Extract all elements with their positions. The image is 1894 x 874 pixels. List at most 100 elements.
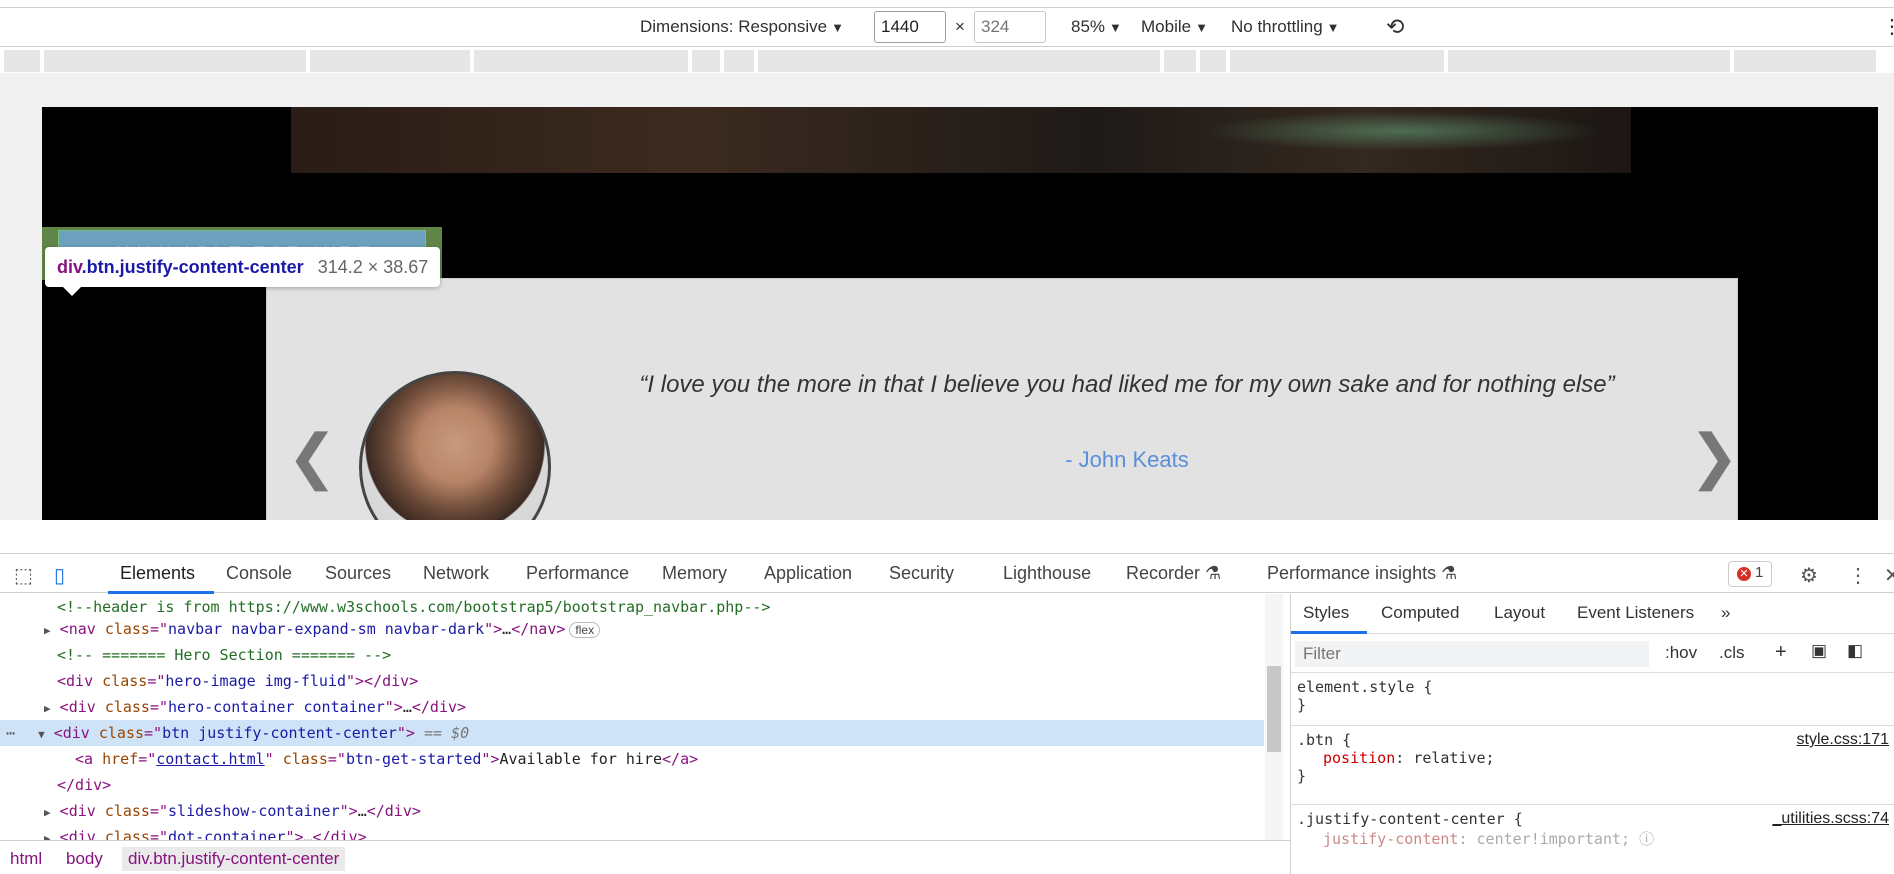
flask-icon: ⚗: [1441, 563, 1458, 583]
toggle-sidebar-icon[interactable]: ◧: [1847, 641, 1863, 661]
rotate-icon[interactable]: ⟲: [1386, 14, 1404, 40]
ruler-segment[interactable]: [4, 50, 40, 72]
more-options-icon[interactable]: ⋮: [1848, 563, 1868, 588]
dom-node[interactable]: ▶ <nav class="navbar navbar-expand-sm na…: [0, 616, 1264, 642]
dom-node[interactable]: <!-- ======= Hero Section ======= -->: [0, 642, 1264, 668]
ruler-segment[interactable]: [1734, 50, 1876, 72]
ruler-segment[interactable]: [44, 50, 306, 72]
rule-close: }: [1297, 696, 1307, 714]
css-property[interactable]: justify-content: [1323, 830, 1458, 848]
dom-breadcrumbs: html body div.btn.justify-content-center: [0, 840, 1290, 874]
css-value[interactable]: relative;: [1413, 749, 1494, 767]
next-slide-icon[interactable]: ❯: [1689, 427, 1739, 487]
error-count: 1: [1755, 564, 1764, 581]
ruler-segment[interactable]: [692, 50, 720, 72]
style-rule[interactable]: element.style { }: [1291, 674, 1894, 726]
flex-badge[interactable]: flex: [569, 622, 601, 638]
throttling-dropdown[interactable]: No throttling ▼: [1231, 17, 1340, 37]
tab-styles[interactable]: Styles: [1303, 603, 1349, 623]
expand-triangle-icon[interactable]: ▶: [44, 624, 51, 637]
rule-close: }: [1297, 767, 1307, 785]
inspect-tooltip: div.btn.justify-content-center 314.2 × 38…: [45, 247, 441, 287]
scrollbar-thumb[interactable]: [1267, 666, 1281, 752]
chevron-down-icon: ▼: [1326, 20, 1340, 35]
styles-filter-input[interactable]: [1295, 641, 1649, 667]
tooltip-size: 314.2 × 38.67: [317, 257, 429, 277]
info-icon[interactable]: ⓘ: [1639, 830, 1654, 848]
expand-triangle-icon[interactable]: ▶: [44, 806, 51, 819]
ruler-segment[interactable]: [758, 50, 1160, 72]
rule-source-link[interactable]: _utilities.scss:74: [1773, 810, 1890, 828]
css-property[interactable]: position: [1323, 749, 1395, 767]
inspect-element-icon[interactable]: ⬚: [14, 563, 33, 588]
collapse-triangle-icon[interactable]: ▼: [38, 728, 45, 741]
ruler-segment[interactable]: [1200, 50, 1226, 72]
more-options-icon[interactable]: ⋯: [6, 724, 15, 742]
device-mode-label: Mobile: [1141, 17, 1192, 36]
ruler-segment[interactable]: [310, 50, 470, 72]
hov-toggle[interactable]: :hov: [1665, 643, 1697, 663]
add-rule-icon[interactable]: +: [1775, 641, 1787, 664]
breadcrumb-html[interactable]: html: [10, 849, 42, 869]
ruler-segment[interactable]: [1230, 50, 1444, 72]
paint-brush-icon[interactable]: ▣: [1811, 641, 1827, 661]
tab-recorder[interactable]: Recorder ⚗: [1126, 563, 1221, 584]
close-icon[interactable]: ✕: [1884, 563, 1894, 588]
tab-event-listeners[interactable]: Event Listeners: [1577, 603, 1694, 623]
tab-lighthouse[interactable]: Lighthouse: [1003, 563, 1091, 584]
height-input[interactable]: [974, 11, 1046, 43]
zoom-dropdown[interactable]: 85% ▼: [1071, 17, 1122, 37]
chevron-down-icon: ▼: [1195, 20, 1208, 35]
more-tabs-icon[interactable]: »: [1721, 603, 1730, 623]
chevron-down-icon: ▼: [1109, 20, 1122, 35]
tab-layout[interactable]: Layout: [1494, 603, 1545, 623]
tab-elements[interactable]: Elements: [120, 563, 195, 584]
rule-source-link[interactable]: style.css:171: [1797, 731, 1889, 749]
tab-performance[interactable]: Performance: [526, 563, 629, 584]
ruler-segment[interactable]: [474, 50, 688, 72]
dom-node[interactable]: </div>: [0, 772, 1264, 798]
tab-sources[interactable]: Sources: [325, 563, 391, 584]
breadcrumb-selected[interactable]: div.btn.justify-content-center: [122, 847, 346, 871]
tooltip-arrow: [62, 286, 82, 296]
width-input[interactable]: [874, 11, 946, 43]
ruler-segment[interactable]: [1448, 50, 1730, 72]
style-rule[interactable]: .btn { style.css:171 position: relative;…: [1291, 727, 1894, 805]
tab-computed[interactable]: Computed: [1381, 603, 1459, 623]
expand-triangle-icon[interactable]: ▶: [44, 702, 51, 715]
settings-gear-icon[interactable]: ⚙: [1800, 563, 1818, 588]
href-link[interactable]: contact.html: [156, 750, 264, 768]
dom-node[interactable]: ▶ <div class="dot-container">…</div>: [0, 824, 1264, 840]
tab-network[interactable]: Network: [423, 563, 489, 584]
cls-toggle[interactable]: .cls: [1719, 643, 1745, 663]
expand-triangle-icon[interactable]: ▶: [44, 832, 51, 840]
tab-console[interactable]: Console: [226, 563, 292, 584]
styles-tab-bar: Styles Computed Layout Event Listeners »: [1291, 594, 1894, 634]
dom-node-selected[interactable]: ⋯ ▼ <div class="btn justify-content-cent…: [0, 720, 1264, 746]
breadcrumb-body[interactable]: body: [66, 849, 103, 869]
error-count-badge[interactable]: ✕ 1: [1728, 561, 1773, 587]
css-value[interactable]: center!important;: [1477, 830, 1631, 848]
elements-scrollbar[interactable]: [1265, 594, 1283, 840]
more-options-icon[interactable]: ⋮: [1882, 14, 1894, 39]
throttling-label: No throttling: [1231, 17, 1323, 36]
tab-performance-insights[interactable]: Performance insights ⚗: [1267, 563, 1457, 584]
ruler-segment[interactable]: [1164, 50, 1196, 72]
style-rule[interactable]: .justify-content-center { _utilities.scs…: [1291, 806, 1894, 874]
dom-node[interactable]: <div class="hero-image img-fluid"></div>: [0, 668, 1264, 694]
dom-node[interactable]: ▶ <div class="hero-container container">…: [0, 694, 1264, 720]
dom-node[interactable]: <a href="contact.html" class="btn-get-st…: [0, 746, 1264, 772]
html-comment: <!-- ======= Hero Section ======= -->: [57, 646, 392, 664]
elements-tree: <!--header is from https://www.w3schools…: [0, 594, 1264, 840]
tab-memory[interactable]: Memory: [662, 563, 727, 584]
dimensions-dropdown[interactable]: Dimensions: Responsive ▼: [640, 17, 844, 37]
previous-slide-icon[interactable]: ❮: [287, 427, 337, 487]
tab-security[interactable]: Security: [889, 563, 954, 584]
testimonial-quote: “I love you the more in that I believe y…: [639, 371, 1615, 398]
media-query-ruler[interactable]: [0, 50, 1894, 72]
device-toolbar-icon[interactable]: ▯: [54, 563, 65, 588]
dom-node[interactable]: ▶ <div class="slideshow-container">…</di…: [0, 798, 1264, 824]
ruler-segment[interactable]: [724, 50, 754, 72]
tab-application[interactable]: Application: [764, 563, 852, 584]
device-mode-dropdown[interactable]: Mobile ▼: [1141, 17, 1208, 37]
